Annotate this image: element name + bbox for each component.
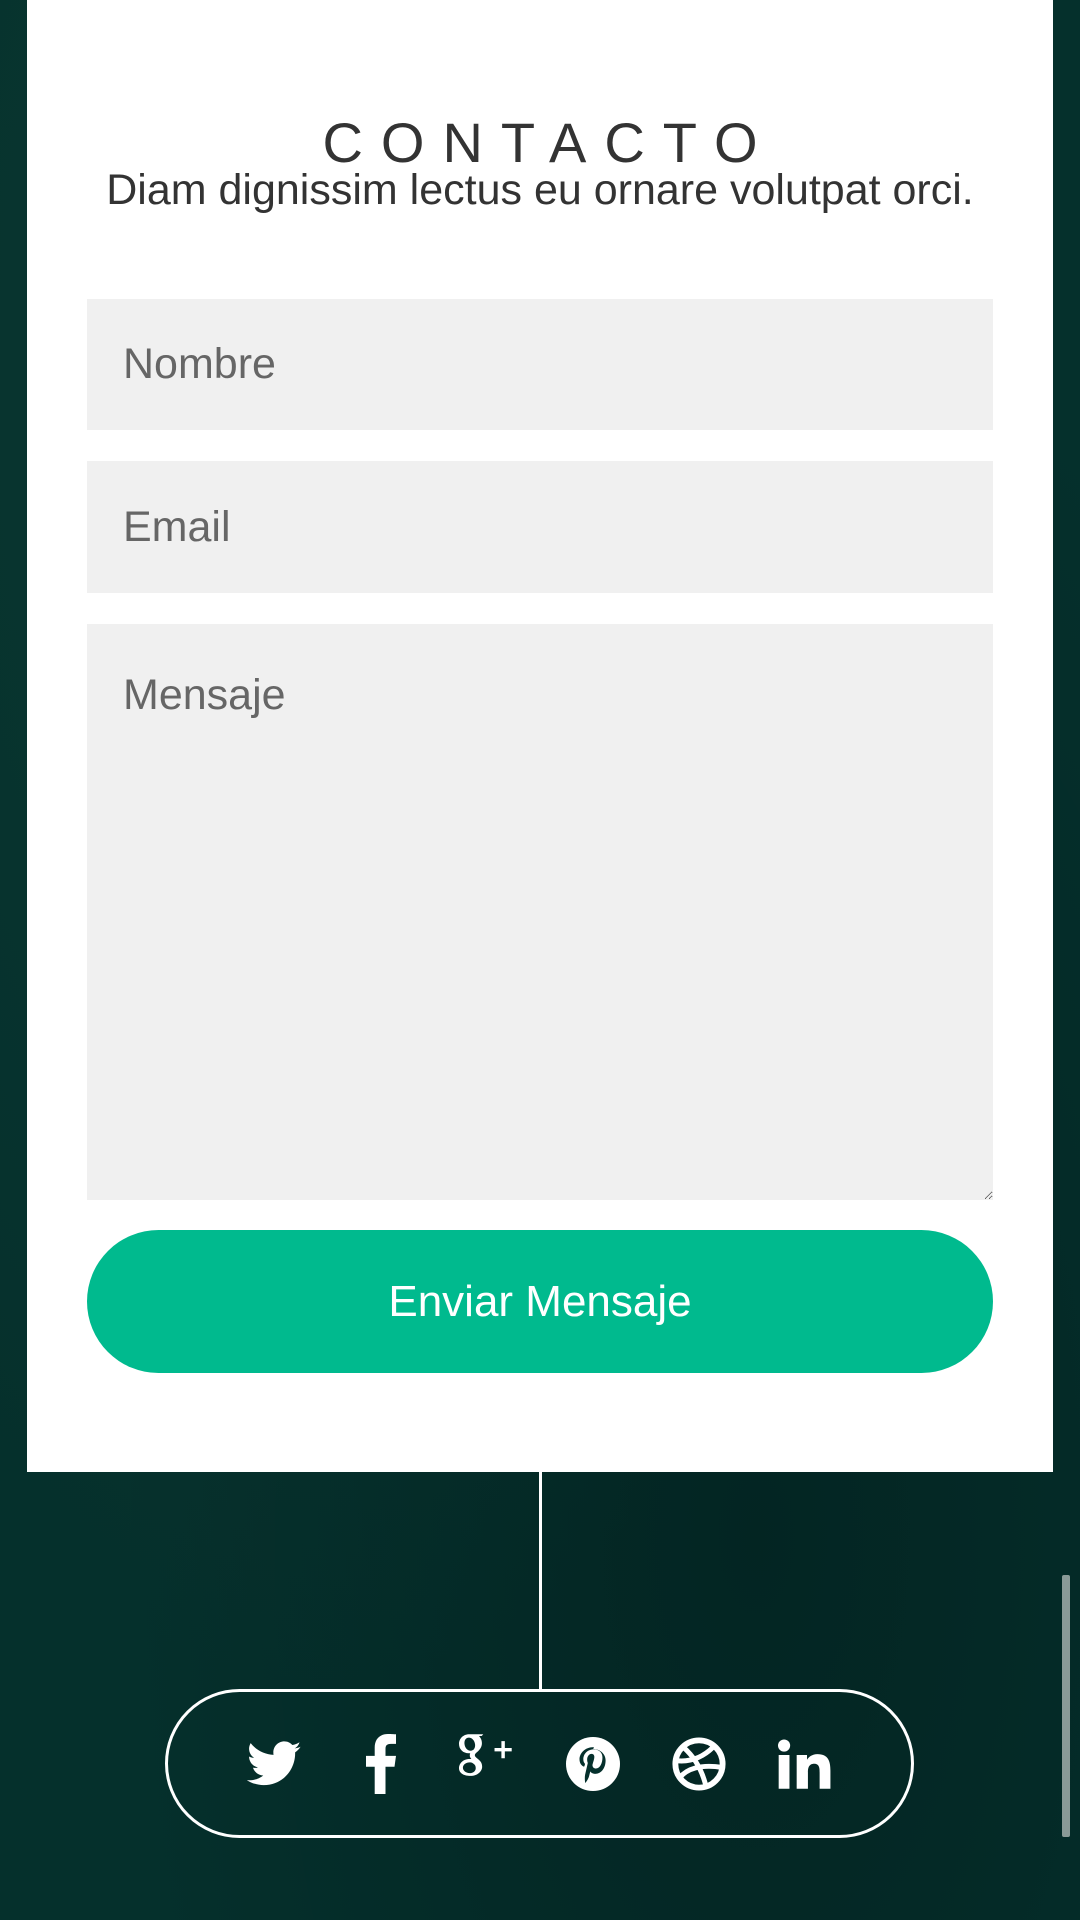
dribbble-icon[interactable]: [671, 1734, 726, 1794]
message-textarea[interactable]: [87, 624, 993, 1200]
contact-card: CONTACTO Diam dignissim lectus eu ornare…: [27, 0, 1053, 1472]
twitter-icon[interactable]: [247, 1734, 302, 1794]
social-links-bar: [165, 1689, 914, 1838]
contact-subtitle: Diam dignissim lectus eu ornare volutpat…: [106, 166, 974, 214]
page-scrollbar[interactable]: [1062, 1575, 1070, 1837]
pinterest-icon[interactable]: [565, 1734, 620, 1794]
name-input[interactable]: [87, 299, 993, 430]
connector-line: [539, 1472, 542, 1690]
send-message-button[interactable]: Enviar Mensaje: [87, 1230, 993, 1373]
google-plus-icon[interactable]: [459, 1733, 514, 1794]
linkedin-icon[interactable]: [777, 1734, 832, 1794]
facebook-icon[interactable]: [353, 1733, 408, 1794]
email-input[interactable]: [87, 461, 993, 593]
